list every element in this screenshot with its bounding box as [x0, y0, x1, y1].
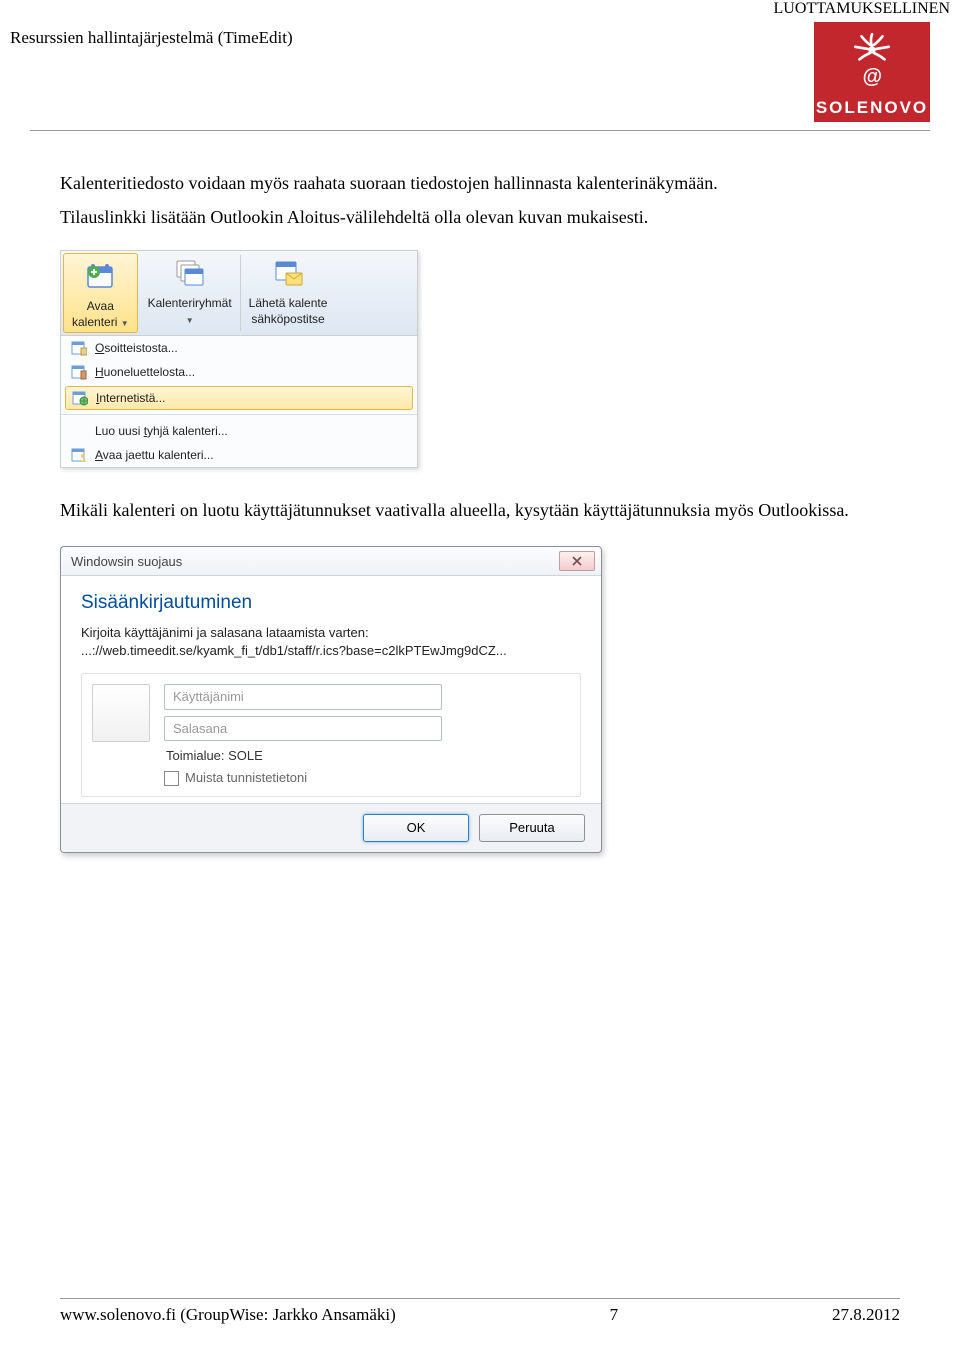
menu-from-roomlist[interactable]: Huoneluettelosta... [61, 360, 417, 384]
calendar-shared-icon [71, 447, 87, 463]
cancel-button[interactable]: Peruuta [479, 814, 585, 842]
logo-brand-text: SOLENOVO [814, 98, 930, 118]
menu-label: Huoneluettelosta... [95, 364, 195, 380]
chevron-down-icon: ▼ [186, 316, 194, 325]
outlook-ribbon-figure: Avaa kalenteri ▼ Kalenteriryhmät ▼ [60, 250, 418, 469]
calendar-plus-icon [84, 260, 116, 292]
dialog-titlebar: Windowsin suojaus [61, 547, 601, 576]
send-calendar-label-1: Lähetä kalente [249, 295, 328, 311]
remember-checkbox[interactable] [164, 771, 179, 786]
page-header: Resurssien hallintajärjestelmä (TimeEdit… [0, 0, 960, 130]
paragraph-1: Kalenteritiedosto voidaan myös raahata s… [60, 171, 900, 195]
page-content: Kalenteritiedosto voidaan myös raahata s… [0, 131, 960, 853]
menu-open-shared-calendar[interactable]: Avaa jaettu kalenteri... [61, 443, 417, 467]
credentials-panel: Käyttäjänimi Salasana Toimialue: SOLE Mu… [81, 673, 581, 797]
close-icon [572, 556, 582, 566]
calendar-addressbook-icon [71, 340, 87, 356]
calendar-globe-icon [72, 390, 88, 406]
menu-label: Osoitteistosta... [95, 340, 178, 356]
paragraph-2: Tilauslinkki lisätään Outlookin Aloitus-… [60, 205, 900, 229]
dialog-instructions: Kirjoita käyttäjänimi ja salasana lataam… [81, 624, 581, 659]
calendar-mail-icon [272, 257, 304, 289]
domain-label: Toimialue: SOLE [166, 747, 570, 765]
menu-from-internet[interactable]: Internetistä... [65, 386, 413, 410]
menu-label: Avaa jaettu kalenteri... [95, 447, 214, 463]
menu-label: Luo uusi tyhjä kalenteri... [95, 423, 228, 439]
footer-divider [60, 1298, 900, 1299]
dialog-actions: OK Peruuta [61, 803, 601, 852]
menu-from-addressbook[interactable]: Osoitteistosta... [61, 336, 417, 360]
solenovo-logo: @ SOLENOVO [814, 22, 930, 122]
calendar-room-icon [71, 364, 87, 380]
open-calendar-button[interactable]: Avaa kalenteri ▼ [63, 253, 138, 334]
open-calendar-label-2: kalenteri [72, 315, 117, 329]
page-footer: www.solenovo.fi (GroupWise: Jarkko Ansam… [0, 1298, 960, 1325]
menu-separator [61, 414, 417, 415]
paragraph-3: Mikäli kalenteri on luotu käyttäjätunnuk… [60, 498, 900, 522]
confidential-label: LUOTTAMUKSELLINEN [774, 0, 950, 18]
menu-new-blank-calendar[interactable]: Luo uusi tyhjä kalenteri... [61, 419, 417, 443]
password-input[interactable]: Salasana [164, 716, 442, 742]
username-input[interactable]: Käyttäjänimi [164, 684, 442, 710]
calendar-stack-icon [174, 257, 206, 289]
logo-at-symbol: @ [814, 66, 930, 89]
windows-security-dialog: Windowsin suojaus Sisäänkirjautuminen Ki… [60, 546, 602, 852]
dialog-title-text: Windowsin suojaus [71, 553, 182, 571]
remember-label: Muista tunnistetietoni [185, 770, 307, 785]
remember-row[interactable]: Muista tunnistetietoni [164, 769, 570, 787]
user-avatar-icon [92, 684, 150, 742]
open-calendar-label-1: Avaa [72, 298, 129, 314]
document-title: Resurssien hallintajärjestelmä (TimeEdit… [10, 28, 293, 48]
open-calendar-dropdown: Osoitteistosta... Huoneluettelosta... In… [61, 336, 417, 467]
send-calendar-email-button[interactable]: Lähetä kalente sähköpostitse [241, 251, 336, 336]
menu-label: Internetistä... [96, 390, 165, 406]
calendar-groups-label: Kalenteriryhmät [148, 295, 232, 311]
page-number: 7 [610, 1305, 619, 1325]
footer-left: www.solenovo.fi (GroupWise: Jarkko Ansam… [60, 1305, 396, 1325]
dialog-heading: Sisäänkirjautuminen [81, 590, 581, 616]
send-calendar-label-2: sähköpostitse [249, 311, 328, 327]
dialog-close-button[interactable] [559, 551, 595, 571]
calendar-groups-button[interactable]: Kalenteriryhmät ▼ [140, 251, 240, 336]
chevron-down-icon: ▼ [121, 319, 129, 328]
ok-button[interactable]: OK [363, 814, 469, 842]
footer-date: 27.8.2012 [832, 1305, 900, 1325]
ribbon-buttons-row: Avaa kalenteri ▼ Kalenteriryhmät ▼ [61, 251, 417, 337]
